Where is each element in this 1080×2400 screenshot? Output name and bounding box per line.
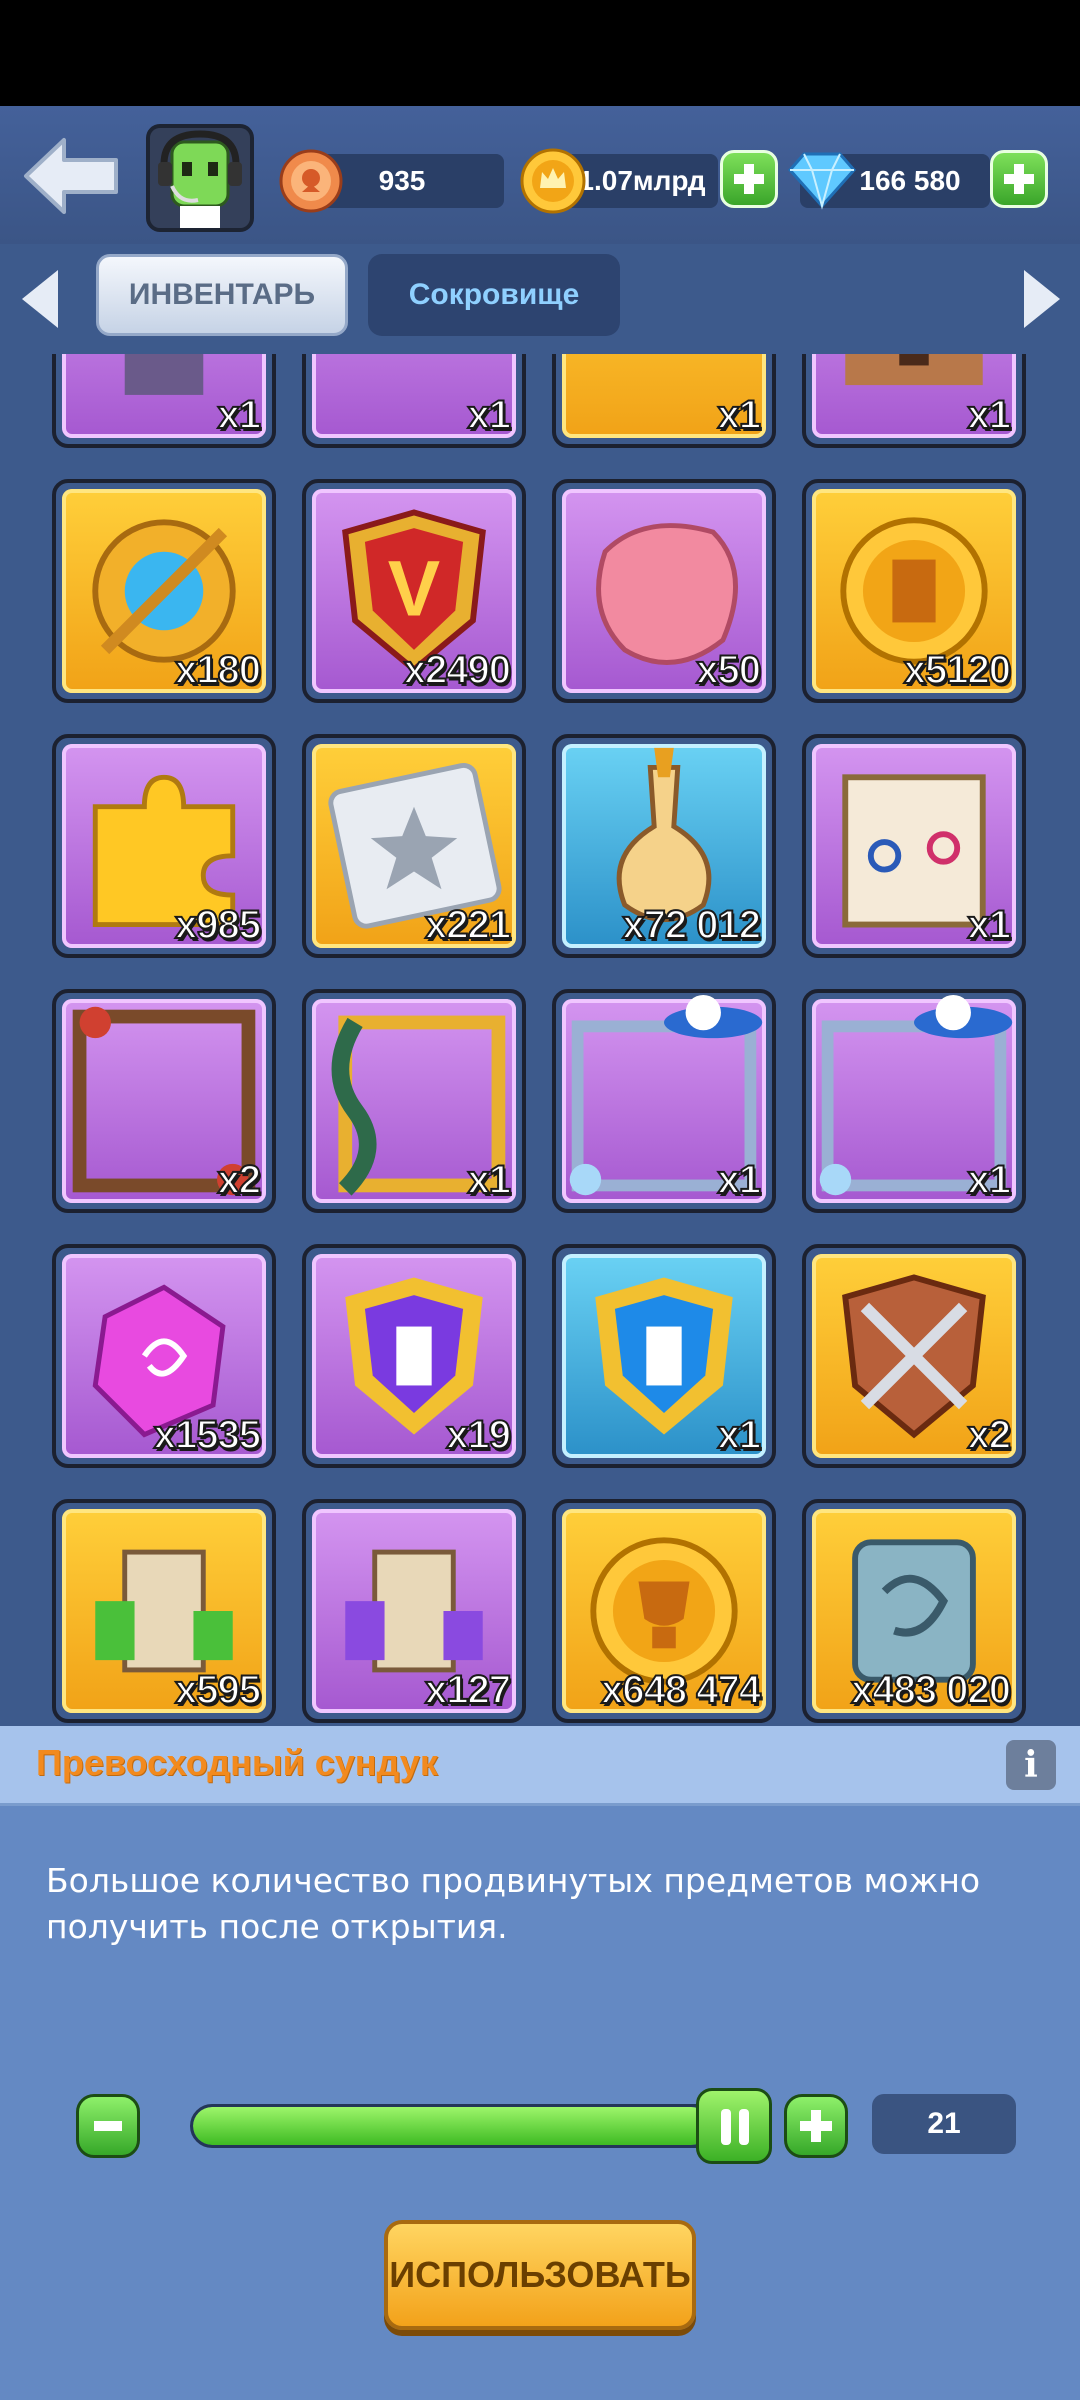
status-bar	[0, 0, 1080, 106]
item-title: Превосходный сундук	[36, 1742, 438, 1783]
svg-text:V: V	[388, 545, 440, 633]
item-quantity: x5120	[903, 647, 1012, 693]
gold-coin-icon	[520, 148, 586, 214]
chevron-left-icon	[22, 270, 58, 328]
increase-button[interactable]	[784, 2094, 848, 2158]
medal-currency-value: 935	[378, 165, 426, 196]
add-diamond-button[interactable]	[990, 150, 1048, 208]
inventory-item[interactable]: x1	[52, 354, 276, 448]
inventory-item[interactable]: Vx2490	[302, 479, 526, 703]
tab-prev-button[interactable]	[18, 266, 62, 332]
item-quantity: x72 012	[621, 902, 762, 948]
player-avatar-icon	[150, 128, 250, 228]
item-quantity: x483 020	[850, 1667, 1012, 1713]
gold-currency-value: 1.07млрд	[578, 165, 706, 196]
inventory-item[interactable]: x1535	[52, 1244, 276, 1468]
back-arrow-icon	[24, 138, 118, 214]
diamond-currency-value: 166 580	[859, 165, 961, 196]
item-quantity: x2	[967, 1412, 1012, 1458]
add-gold-button[interactable]	[720, 150, 778, 208]
item-quantity: x2490	[403, 647, 512, 693]
inventory-item[interactable]: x2	[52, 989, 276, 1213]
item-quantity: x180	[174, 647, 262, 693]
item-quantity: x1	[717, 1157, 762, 1203]
inventory-item[interactable]: x595	[52, 1499, 276, 1723]
item-quantity: x1	[717, 392, 762, 438]
inventory-item[interactable]: x985	[52, 734, 276, 958]
inventory-item[interactable]: x5120	[802, 479, 1026, 703]
info-button[interactable]: i	[1006, 1740, 1056, 1790]
plus-icon	[734, 164, 764, 194]
item-quantity: x1	[467, 1157, 512, 1203]
item-quantity: x221	[424, 902, 512, 948]
inventory-item[interactable]: x19	[302, 1244, 526, 1468]
inventory-item[interactable]: x1	[302, 989, 526, 1213]
inventory-item[interactable]: x1	[802, 989, 1026, 1213]
item-quantity: x127	[424, 1667, 512, 1713]
chevron-right-icon	[1024, 270, 1060, 328]
detail-body: Большое количество продвинутых предметов…	[0, 1806, 1080, 2400]
tab-next-button[interactable]	[1020, 266, 1064, 332]
inventory-item[interactable]: x648 474	[552, 1499, 776, 1723]
inventory-item[interactable]: x180	[52, 479, 276, 703]
decrease-button[interactable]	[76, 2094, 140, 2158]
inventory-item[interactable]: x1	[552, 354, 776, 448]
tab-bar: ИНВЕНТАРЬ Сокровище	[0, 244, 1080, 354]
item-quantity: x985	[174, 902, 262, 948]
item-quantity: x1	[967, 902, 1012, 948]
item-quantity: x1	[967, 1157, 1012, 1203]
minus-icon	[94, 2121, 122, 2131]
inventory-item[interactable]: x1	[802, 734, 1026, 958]
avatar[interactable]	[146, 124, 254, 232]
inventory-item[interactable]: x2	[802, 1244, 1026, 1468]
inventory-item[interactable]: x72 012	[552, 734, 776, 958]
inventory-item[interactable]: x127	[302, 1499, 526, 1723]
item-quantity: x19	[445, 1412, 512, 1458]
tab-inventory[interactable]: ИНВЕНТАРЬ	[96, 254, 348, 336]
inventory-item[interactable]: x221	[302, 734, 526, 958]
inventory-item[interactable]: x1	[302, 354, 526, 448]
inventory-item[interactable]: x483 020	[802, 1499, 1026, 1723]
tab-treasure[interactable]: Сокровище	[368, 254, 620, 336]
item-quantity: x595	[174, 1667, 262, 1713]
info-icon: i	[1024, 1744, 1038, 1786]
medal-coin-icon	[279, 149, 343, 213]
item-quantity: x50	[695, 647, 762, 693]
back-button[interactable]	[22, 136, 122, 216]
inventory-item[interactable]: x1	[552, 1244, 776, 1468]
quantity-slider[interactable]	[190, 2104, 770, 2148]
inventory-item[interactable]: x1	[802, 354, 1026, 448]
detail-header: Превосходный сундук i	[0, 1726, 1080, 1806]
plus-icon	[800, 2110, 832, 2142]
item-quantity: x648 474	[600, 1667, 762, 1713]
item-quantity: x1	[717, 1412, 762, 1458]
inventory-item[interactable]: x1	[552, 989, 776, 1213]
use-button[interactable]: ИСПОЛЬЗОВАТЬ	[384, 2220, 696, 2330]
diamond-icon	[788, 152, 856, 210]
plus-icon	[1004, 164, 1034, 194]
item-description: Большое количество продвинутых предметов…	[46, 1861, 981, 1946]
item-quantity: x1	[967, 392, 1012, 438]
item-quantity: x1535	[153, 1412, 262, 1458]
quantity-count: 21	[872, 2094, 1016, 2154]
inventory-grid-area: x1 x1 x1 x1 x180 Vx2490 x50 x5120 x985 x221 x72 01…	[0, 354, 1080, 1726]
item-quantity: x1	[467, 392, 512, 438]
item-quantity: x2	[217, 1157, 262, 1203]
inventory-item[interactable]: x50	[552, 479, 776, 703]
slider-fill	[193, 2107, 710, 2145]
slider-handle[interactable]	[696, 2088, 772, 2164]
top-header: 935 1.07млрд 166 580	[0, 106, 1080, 244]
item-quantity: x1	[217, 392, 262, 438]
